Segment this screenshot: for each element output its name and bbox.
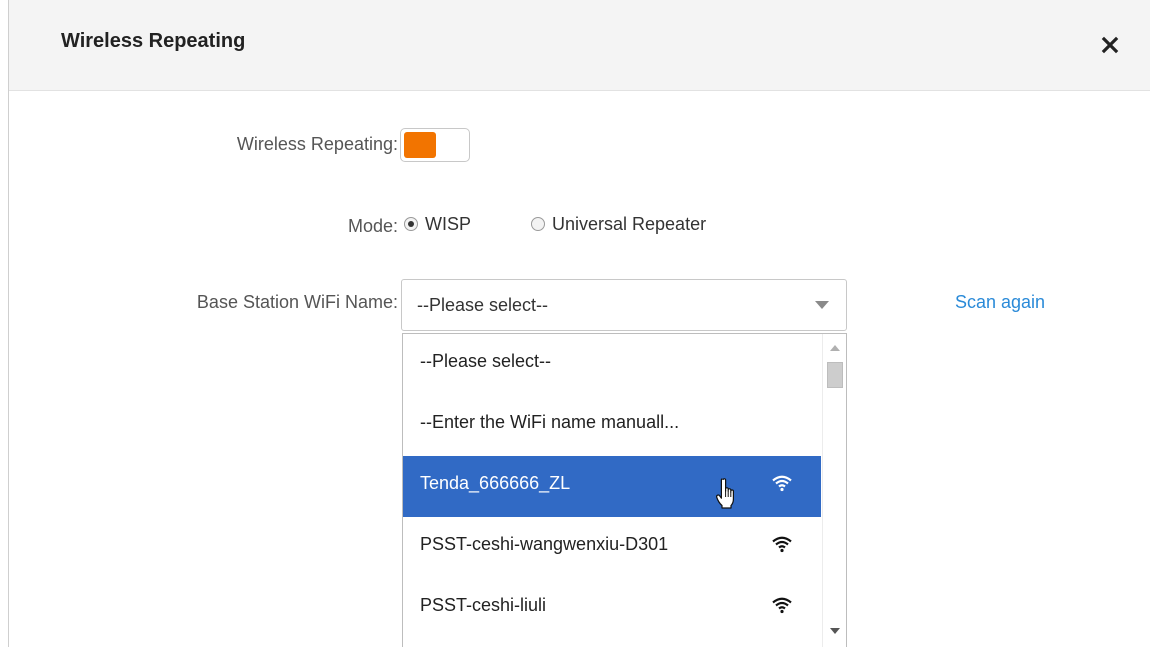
base-station-wifi-name-label: Base Station WiFi Name: (196, 292, 398, 312)
dropdown-option-highlighted[interactable]: Tenda_666666_ZL (403, 456, 821, 517)
dropdown-scrollbar[interactable] (822, 334, 846, 647)
option-label: PSST-ceshi-wangwenxiu-D301 (420, 534, 669, 554)
mode-radio-wisp[interactable]: WISP (404, 214, 471, 235)
dropdown-option[interactable]: PSST-ceshi-wangwenxiu-D301 (403, 517, 821, 578)
toggle-on-indicator (404, 132, 436, 158)
option-label: PSST-ceshi-liuli (420, 595, 547, 615)
scroll-down-arrow-icon[interactable] (830, 628, 840, 634)
dropdown-option[interactable]: --Please select-- (403, 334, 821, 395)
mode-option-wisp-label: WISP (425, 214, 472, 234)
scrollbar-thumb[interactable] (827, 362, 843, 388)
base-station-wifi-select[interactable]: --Please select-- (401, 279, 847, 331)
radio-unchecked-icon (531, 217, 545, 231)
close-icon[interactable] (1095, 30, 1125, 60)
wifi-icon (771, 535, 793, 553)
chevron-down-icon (815, 301, 829, 309)
mode-radio-universal-repeater[interactable]: Universal Repeater (531, 214, 706, 235)
hand-pointer-cursor-icon (714, 478, 740, 510)
wireless-repeating-label: Wireless Repeating: (236, 134, 398, 154)
option-label: --Please select-- (420, 351, 552, 371)
wifi-icon (771, 596, 793, 614)
option-label: --Enter the WiFi name manuall... (420, 412, 680, 432)
scroll-up-arrow-icon[interactable] (830, 345, 840, 351)
wireless-repeating-toggle[interactable] (400, 128, 470, 162)
select-value: --Please select-- (417, 295, 549, 315)
wifi-dropdown-list: --Please select-- --Enter the WiFi name … (402, 333, 847, 647)
dialog-header: Wireless Repeating (9, 0, 1150, 91)
wifi-icon (771, 474, 793, 492)
scan-again-link[interactable]: Scan again (955, 292, 1045, 313)
mode-option-universal-repeater-label: Universal Repeater (552, 214, 707, 234)
dropdown-option[interactable]: PSST-ceshi-liuli (403, 578, 821, 639)
dropdown-option[interactable]: --Enter the WiFi name manuall... (403, 395, 821, 456)
dialog-title: Wireless Repeating (61, 30, 246, 52)
option-label: Tenda_666666_ZL (420, 473, 571, 493)
radio-checked-icon (404, 217, 418, 231)
mode-label: Mode: (347, 216, 398, 236)
